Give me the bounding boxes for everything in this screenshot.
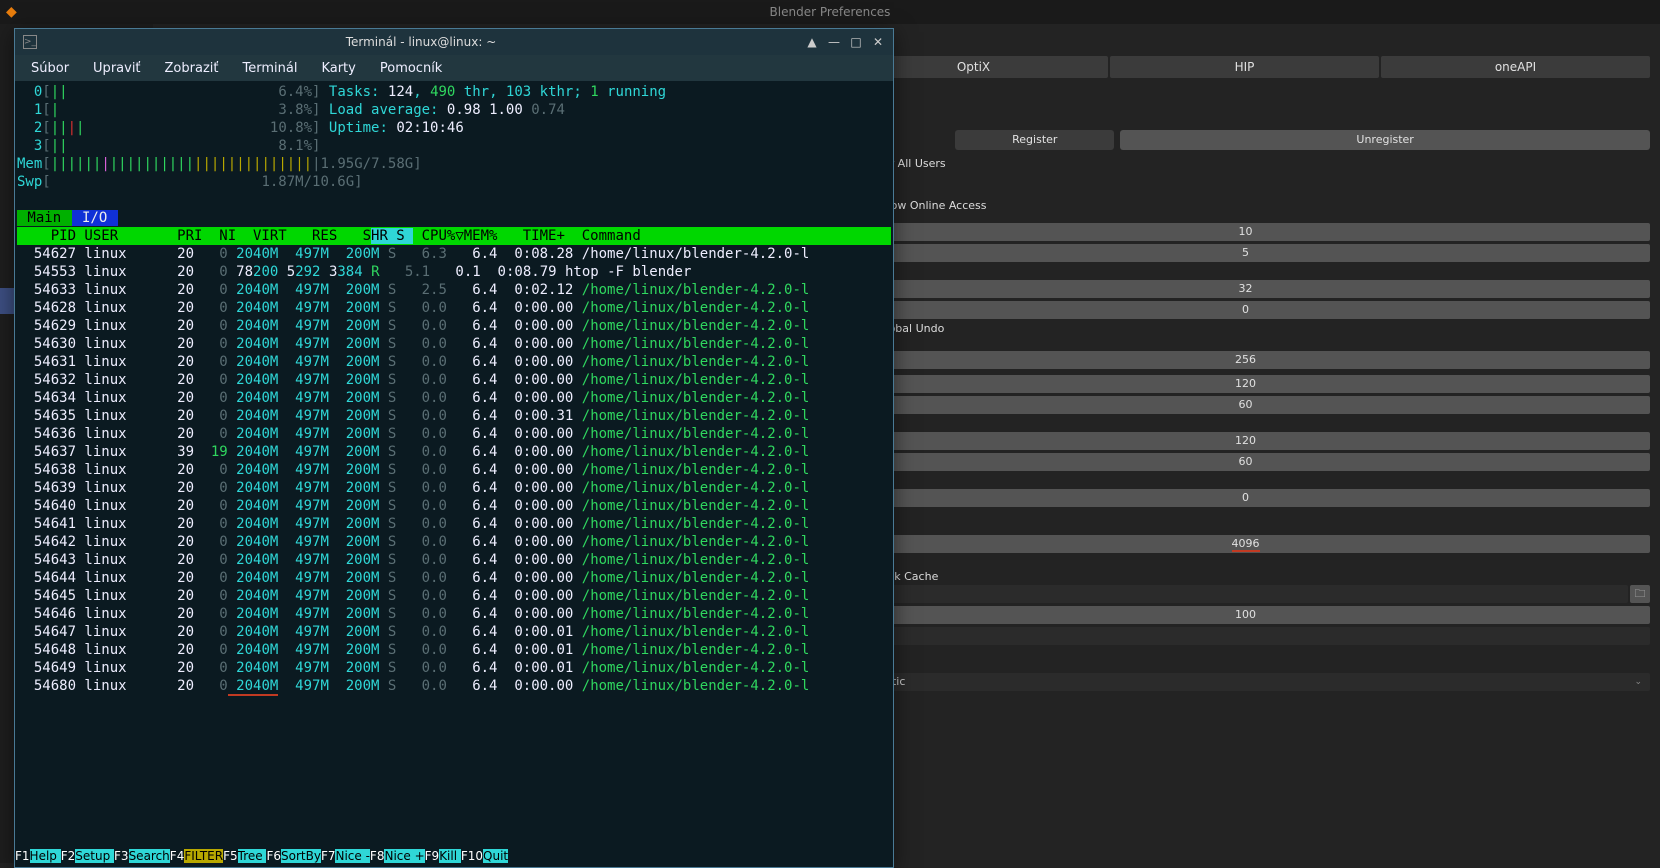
terminal-menubar: SúborUpraviťZobraziťTerminálKartyPomocní… bbox=[15, 55, 893, 81]
process-row[interactable]: 54634 linux 20 0 2040M 497M 200M S 0.0 6… bbox=[17, 389, 891, 407]
close-icon[interactable]: ✕ bbox=[871, 35, 885, 49]
process-row[interactable]: 54632 linux 20 0 2040M 497M 200M S 0.0 6… bbox=[17, 371, 891, 389]
process-row[interactable]: 54645 linux 20 0 2040M 497M 200M S 0.0 6… bbox=[17, 587, 891, 605]
process-row[interactable]: 54631 linux 20 0 2040M 497M 200M S 0.0 6… bbox=[17, 353, 891, 371]
device-tab[interactable]: oneAPI bbox=[1381, 56, 1650, 78]
process-row[interactable]: 54633 linux 20 0 2040M 497M 200M S 2.5 6… bbox=[17, 281, 891, 299]
process-row[interactable]: 54648 linux 20 0 2040M 497M 200M S 0.0 6… bbox=[17, 641, 891, 659]
terminal-app-icon: >_ bbox=[23, 35, 37, 49]
process-row[interactable]: 54630 linux 20 0 2040M 497M 200M S 0.0 6… bbox=[17, 335, 891, 353]
maximize-icon[interactable]: □ bbox=[849, 35, 863, 49]
process-row[interactable]: 54646 linux 20 0 2040M 497M 200M S 0.0 6… bbox=[17, 605, 891, 623]
blender-logo-icon: ◆ bbox=[6, 4, 17, 20]
minimize-icon[interactable]: — bbox=[827, 35, 841, 49]
property-field[interactable]: 0 bbox=[841, 489, 1650, 507]
terminal-title: Terminál - linux@linux: ~ bbox=[45, 35, 797, 49]
menu-item[interactable]: Pomocník bbox=[370, 57, 452, 80]
terminal-body[interactable]: 0[|| 6.4%] Tasks: 124, 490 thr, 103 kthr… bbox=[15, 81, 893, 849]
process-row[interactable]: 54642 linux 20 0 2040M 497M 200M S 0.0 6… bbox=[17, 533, 891, 551]
folder-icon[interactable]: 🗀 bbox=[1630, 585, 1650, 603]
htop-footer: F1Help F2Setup F3SearchF4FILTERF5Tree F6… bbox=[15, 849, 893, 867]
preferences-right-panel: Register Unregister For All Users Allow … bbox=[801, 84, 1650, 863]
cycles-device-tabs: OptiXHIPoneAPI bbox=[839, 56, 1650, 78]
process-row[interactable]: 54643 linux 20 0 2040M 497M 200M S 0.0 6… bbox=[17, 551, 891, 569]
property-field[interactable]: 4096 bbox=[841, 535, 1650, 553]
property-field[interactable]: 5 bbox=[841, 244, 1650, 262]
terminal-window[interactable]: >_ Terminál - linux@linux: ~ ▲ — □ ✕ Súb… bbox=[14, 28, 894, 868]
property-field[interactable]: 256 bbox=[841, 351, 1650, 369]
process-row[interactable]: 54649 linux 20 0 2040M 497M 200M S 0.0 6… bbox=[17, 659, 891, 677]
property-field[interactable]: 60 bbox=[841, 453, 1650, 471]
process-row[interactable]: 54639 linux 20 0 2040M 497M 200M S 0.0 6… bbox=[17, 479, 891, 497]
property-field[interactable] bbox=[841, 585, 1628, 603]
process-row[interactable]: 54644 linux 20 0 2040M 497M 200M S 0.0 6… bbox=[17, 569, 891, 587]
device-tab[interactable]: HIP bbox=[1110, 56, 1379, 78]
property-field[interactable]: 120 bbox=[841, 375, 1650, 393]
property-field[interactable]: 0 bbox=[841, 301, 1650, 319]
process-row[interactable]: 54629 linux 20 0 2040M 497M 200M S 0.0 6… bbox=[17, 317, 891, 335]
menu-item[interactable]: Upraviť bbox=[83, 57, 150, 80]
dropdown[interactable]: Automatic⌄ bbox=[841, 673, 1650, 691]
process-row[interactable]: 54635 linux 20 0 2040M 497M 200M S 0.0 6… bbox=[17, 407, 891, 425]
menu-item[interactable]: Súbor bbox=[21, 57, 79, 80]
process-row[interactable]: 54640 linux 20 0 2040M 497M 200M S 0.0 6… bbox=[17, 497, 891, 515]
property-field[interactable]: 100 bbox=[841, 606, 1650, 624]
process-row[interactable]: 54636 linux 20 0 2040M 497M 200M S 0.0 6… bbox=[17, 425, 891, 443]
blender-titlebar: Blender Preferences bbox=[0, 0, 1660, 24]
property-field[interactable]: 120 bbox=[841, 432, 1650, 450]
menu-item[interactable]: Karty bbox=[311, 57, 365, 80]
process-row[interactable]: 54680 linux 20 0 2040M 497M 200M S 0.0 6… bbox=[17, 677, 891, 695]
terminal-titlebar[interactable]: >_ Terminál - linux@linux: ~ ▲ — □ ✕ bbox=[15, 29, 893, 55]
process-row[interactable]: 54647 linux 20 0 2040M 497M 200M S 0.0 6… bbox=[17, 623, 891, 641]
menu-item[interactable]: Terminál bbox=[233, 57, 308, 80]
process-row[interactable]: 54627 linux 20 0 2040M 497M 200M S 6.3 6… bbox=[17, 245, 891, 263]
property-field[interactable]: None bbox=[841, 627, 1650, 645]
process-row[interactable]: 54637 linux 39 19 2040M 497M 200M S 0.0 … bbox=[17, 443, 891, 461]
unregister-button[interactable]: Unregister bbox=[1120, 130, 1650, 150]
process-row[interactable]: 54553 linux 20 0 78200 5292 3384 R 5.1 0… bbox=[17, 263, 891, 281]
keep-above-icon[interactable]: ▲ bbox=[805, 35, 819, 49]
process-row[interactable]: 54628 linux 20 0 2040M 497M 200M S 0.0 6… bbox=[17, 299, 891, 317]
property-field[interactable]: 10 bbox=[841, 223, 1650, 241]
property-field[interactable]: 32 bbox=[841, 280, 1650, 298]
property-field[interactable]: 60 bbox=[841, 396, 1650, 414]
process-row[interactable]: 54638 linux 20 0 2040M 497M 200M S 0.0 6… bbox=[17, 461, 891, 479]
menu-item[interactable]: Zobraziť bbox=[155, 57, 229, 80]
register-button[interactable]: Register bbox=[955, 130, 1114, 150]
process-row[interactable]: 54641 linux 20 0 2040M 497M 200M S 0.0 6… bbox=[17, 515, 891, 533]
